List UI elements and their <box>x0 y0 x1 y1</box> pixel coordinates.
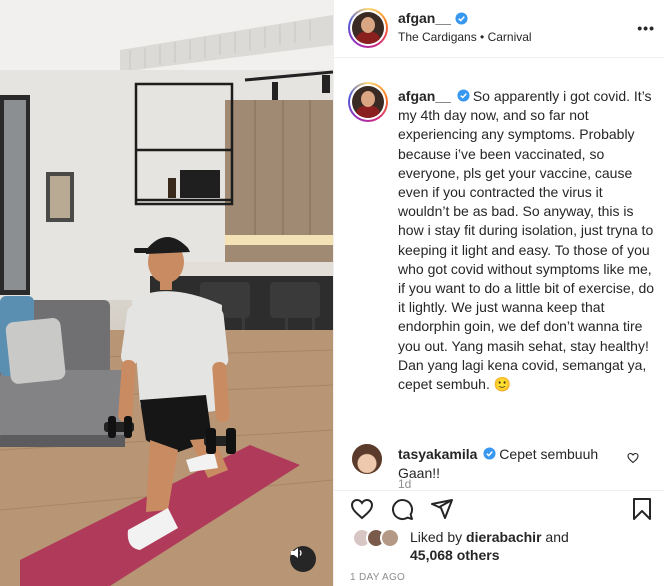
likes-prefix: Liked by <box>410 529 467 545</box>
comment-like-heart-icon[interactable] <box>627 452 639 464</box>
video-frame <box>0 0 333 586</box>
liker-avatars <box>352 528 404 550</box>
speaker-icon <box>291 548 302 558</box>
post-video[interactable] <box>0 0 333 586</box>
liker-avatar <box>380 528 400 548</box>
verified-badge-icon <box>455 11 468 25</box>
comment-item: tasyakamila Cepet sembuuh Gaan!! <box>334 440 664 490</box>
caption-username[interactable]: afgan__ <box>398 88 451 104</box>
post-actions-bar <box>334 490 664 526</box>
author-username-row: afgan__ <box>398 10 468 26</box>
share-icon[interactable] <box>430 497 454 521</box>
mute-toggle-button[interactable] <box>290 546 316 572</box>
liker-username[interactable]: dierabachir <box>466 529 541 545</box>
post-date[interactable]: 1 DAY AGO <box>350 572 405 583</box>
smile-emoji-icon: 🙂 <box>493 376 512 393</box>
verified-badge-icon <box>457 89 470 102</box>
likes-text: Liked by dierabachir and 45,068 others <box>410 528 569 564</box>
more-options-button[interactable]: ••• <box>637 20 655 36</box>
caption-author-avatar[interactable] <box>348 82 388 122</box>
caption-text-block: afgan__ So apparently i got covid. It’s … <box>398 87 656 394</box>
likes-count[interactable]: 45,068 others <box>410 547 500 563</box>
commenter-username[interactable]: tasyakamila <box>398 446 477 462</box>
post-header: afgan__ The Cardigans • Carnival ••• <box>334 0 664 58</box>
comment-text-block: tasyakamila Cepet sembuuh Gaan!! <box>398 445 638 483</box>
bookmark-icon[interactable] <box>631 497 653 521</box>
author-username[interactable]: afgan__ <box>398 10 451 26</box>
likes-middle: and <box>541 529 569 545</box>
likes-summary: Liked by dierabachir and 45,068 others <box>334 526 664 564</box>
heart-icon[interactable] <box>350 497 374 521</box>
caption-body: So apparently i got covid. It’s my 4th d… <box>398 88 655 393</box>
post-side-panel: afgan__ The Cardigans • Carnival ••• afg… <box>333 0 664 586</box>
verified-badge-icon <box>483 447 496 460</box>
author-avatar[interactable] <box>348 8 388 48</box>
comment-icon[interactable] <box>390 497 414 521</box>
commenter-avatar[interactable] <box>352 444 382 474</box>
audio-track-link[interactable]: The Cardigans • Carnival <box>398 30 532 44</box>
